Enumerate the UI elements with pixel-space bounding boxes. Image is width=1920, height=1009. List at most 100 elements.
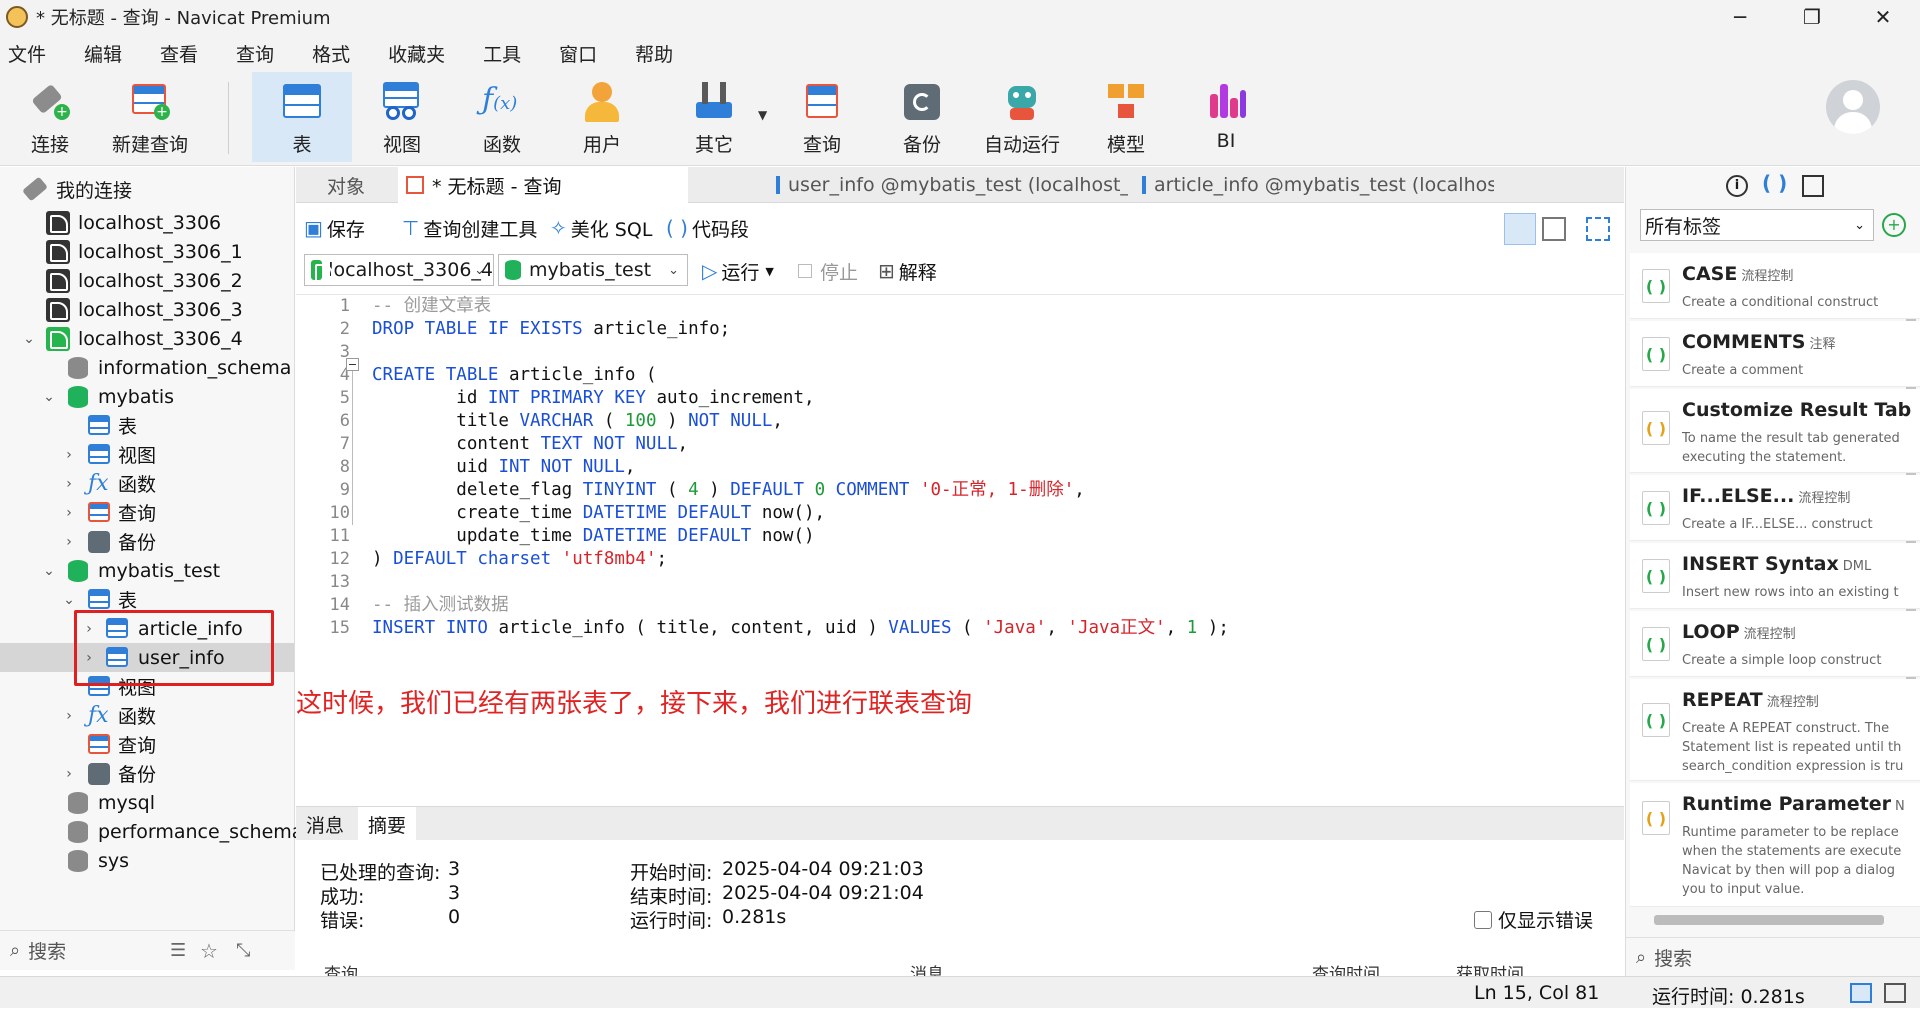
- snippet-icon[interactable]: ( ): [1762, 171, 1787, 195]
- expand-arrow-icon[interactable]: ›: [62, 534, 76, 550]
- only-errors-checkbox[interactable]: 仅显示错误: [1474, 906, 1593, 933]
- tree-db-mysql[interactable]: mysql: [0, 788, 294, 817]
- menu-tools[interactable]: 工具: [475, 40, 539, 67]
- expand-arrow-icon[interactable]: ⌄: [42, 563, 56, 579]
- snippet-case[interactable]: ( ) CASE 流程控制 Create a conditional constr…: [1630, 253, 1920, 319]
- autorun-button[interactable]: 自动运行: [972, 72, 1072, 162]
- expand-arrow-icon[interactable]: ⌄: [42, 389, 56, 405]
- new-query-button[interactable]: + 新建查询: [100, 72, 200, 162]
- grid-icon[interactable]: [1802, 175, 1824, 197]
- expand-arrow-icon[interactable]: ⌄: [62, 592, 76, 608]
- model-button[interactable]: 模型: [1076, 72, 1176, 162]
- table-button[interactable]: 表: [252, 72, 352, 162]
- tree-mybatis-views[interactable]: › 视图: [0, 440, 294, 469]
- expand-arrow-icon[interactable]: ›: [62, 505, 76, 521]
- snippet-if-else[interactable]: ( ) IF...ELSE... 流程控制 Create a IF...ELSE.…: [1630, 475, 1920, 541]
- tree-db-performance-schema[interactable]: performance_schema: [0, 817, 303, 846]
- menu-query[interactable]: 查询: [228, 40, 292, 67]
- database-select[interactable]: mybatis_test ⌄: [498, 254, 688, 286]
- connection-select[interactable]: localhost_3306_4 ⌄: [304, 254, 494, 286]
- tree-mybatis-backups[interactable]: › 备份: [0, 527, 294, 556]
- tab-summary[interactable]: 摘要: [358, 807, 417, 841]
- tree-db-mybatis[interactable]: ⌄ mybatis: [0, 382, 294, 411]
- other-button[interactable]: 其它: [664, 72, 764, 162]
- tree-mybatis-queries[interactable]: › 查询: [0, 498, 294, 527]
- tree-mybatis-test-queries[interactable]: 查询: [0, 730, 294, 759]
- snippet-customize-result-tab[interactable]: ( ) Customize Result Tab To name the res…: [1630, 389, 1920, 473]
- tree-db-mybatis-test[interactable]: ⌄ mybatis_test: [0, 556, 294, 585]
- close-button[interactable]: ✕: [1848, 0, 1918, 34]
- star-icon[interactable]: ☆: [200, 939, 218, 963]
- snippet-repeat[interactable]: ( ) REPEAT 流程控制 Create A REPEAT construct…: [1630, 679, 1920, 781]
- tab-objects[interactable]: 对象: [306, 167, 386, 203]
- connect-button[interactable]: + 连接: [0, 72, 100, 162]
- sql-editor[interactable]: 1 2 3 4 5 6 7 8 9 10 11 12 13 14 15 − -- 创建文章表 DROP TA…: [296, 294, 1624, 805]
- bi-button[interactable]: BI: [1176, 72, 1276, 162]
- snippet-runtime-parameter[interactable]: ( ) Runtime Parameter N Runtime parameter…: [1630, 783, 1920, 907]
- tab-query[interactable]: * 无标题 - 查询: [398, 167, 688, 203]
- tag-filter-select[interactable]: 所有标签 ⌄: [1640, 209, 1874, 241]
- col-query[interactable]: 查询: [324, 960, 358, 976]
- fold-toggle-icon[interactable]: −: [346, 358, 359, 371]
- beautify-sql-button[interactable]: ✧ 美化 SQL: [550, 209, 652, 247]
- menu-favorites[interactable]: 收藏夹: [380, 40, 463, 67]
- panel-toggle-left-icon[interactable]: [1850, 983, 1872, 1003]
- backup-button[interactable]: 备份: [872, 72, 972, 162]
- tree-connection-localhost-3306-2[interactable]: localhost_3306_2: [0, 266, 294, 295]
- snippet-search-input[interactable]: 搜索: [1654, 944, 1692, 971]
- explain-button[interactable]: ⊞ 解释: [878, 252, 937, 290]
- tree-connection-localhost-3306-1[interactable]: localhost_3306_1: [0, 237, 294, 266]
- stop-button[interactable]: 停止: [798, 252, 858, 290]
- snippet-horizontal-scrollbar[interactable]: [1654, 915, 1884, 925]
- tab-article-info[interactable]: article_info @mybatis_test (localhos...: [1132, 167, 1494, 203]
- snippet-button[interactable]: ( ) 代码段: [666, 209, 749, 247]
- panel-toggle-right-icon[interactable]: [1884, 983, 1906, 1003]
- tree-connection-localhost-3306-3[interactable]: localhost_3306_3: [0, 295, 294, 324]
- tree-db-sys[interactable]: sys: [0, 846, 294, 875]
- tree-mybatis-test-backups[interactable]: › 备份: [0, 759, 294, 788]
- expand-arrow-icon[interactable]: ›: [62, 766, 76, 782]
- other-dropdown-arrow[interactable]: ▼: [758, 108, 767, 122]
- menu-edit[interactable]: 编辑: [76, 40, 140, 67]
- function-button[interactable]: ƒ(x) 函数: [452, 72, 552, 162]
- view-button[interactable]: 视图: [352, 72, 452, 162]
- query-button[interactable]: 查询: [772, 72, 872, 162]
- save-button[interactable]: ▣ 保存: [304, 209, 365, 247]
- snippet-insert-syntax[interactable]: ( ) INSERT Syntax DML Insert new rows int…: [1630, 543, 1920, 609]
- query-builder-button[interactable]: ⊤ 查询创建工具: [402, 209, 537, 247]
- tree-mybatis-test-functions[interactable]: › ƒx 函数: [0, 701, 294, 730]
- expand-arrow-icon[interactable]: ›: [62, 708, 76, 724]
- expand-arrow-icon[interactable]: ›: [62, 447, 76, 463]
- menu-view[interactable]: 查看: [152, 40, 216, 67]
- tab-user-info[interactable]: user_info @mybatis_test (localhost_...: [766, 167, 1128, 203]
- expand-arrow-icon[interactable]: ›: [62, 476, 76, 492]
- filter-icon[interactable]: ☰: [170, 940, 186, 961]
- maximize-button[interactable]: ❐: [1777, 0, 1847, 34]
- tree-mybatis-functions[interactable]: › ƒx 函数: [0, 469, 294, 498]
- collapse-icon[interactable]: ⤡: [236, 940, 250, 961]
- add-snippet-icon[interactable]: +: [1882, 213, 1906, 237]
- col-message[interactable]: 消息: [910, 960, 944, 976]
- menu-window[interactable]: 窗口: [551, 40, 615, 67]
- layout-vertical-button[interactable]: [1542, 217, 1566, 241]
- user-avatar[interactable]: [1826, 80, 1880, 134]
- run-button[interactable]: ▷ 运行 ▼: [702, 252, 774, 290]
- menu-file[interactable]: 文件: [0, 40, 64, 67]
- col-fetch-time[interactable]: 获取时间: [1456, 960, 1524, 976]
- tree-connection-localhost-3306-4[interactable]: ⌄ localhost_3306_4: [0, 324, 294, 353]
- user-button[interactable]: 用户: [552, 72, 652, 162]
- menu-help[interactable]: 帮助: [627, 40, 691, 67]
- col-query-time[interactable]: 查询时间: [1312, 960, 1380, 976]
- snippet-comments[interactable]: ( ) COMMENTS 注释 Create a comment: [1630, 321, 1920, 387]
- tab-messages[interactable]: 消息: [296, 807, 354, 841]
- snippet-loop[interactable]: ( ) LOOP 流程控制 Create a simple loop constr…: [1630, 611, 1920, 677]
- expand-arrow-icon[interactable]: ⌄: [22, 331, 36, 347]
- tree-mybatis-tables[interactable]: 表: [0, 411, 294, 440]
- sidebar-search-input[interactable]: 搜索: [28, 937, 66, 964]
- minimize-button[interactable]: ─: [1705, 0, 1775, 34]
- fullscreen-icon[interactable]: [1586, 217, 1610, 241]
- tree-connection-localhost-3306[interactable]: localhost_3306: [0, 208, 294, 237]
- tree-db-information-schema[interactable]: information_schema: [0, 353, 294, 382]
- layout-horizontal-button[interactable]: [1504, 213, 1536, 245]
- info-icon[interactable]: i: [1726, 175, 1748, 197]
